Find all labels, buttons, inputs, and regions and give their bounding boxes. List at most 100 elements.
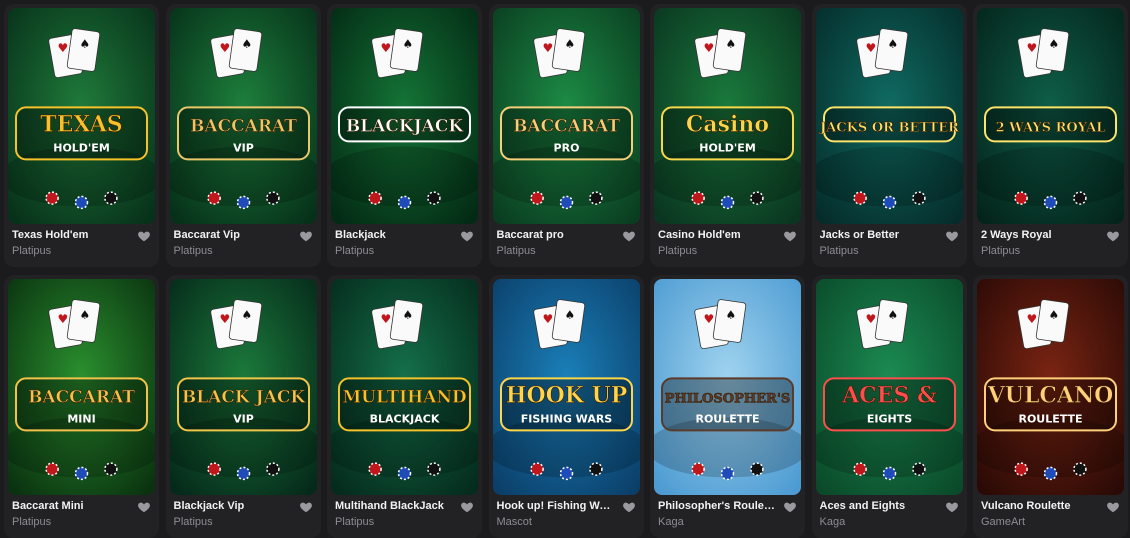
favorite-heart-icon[interactable] [783, 229, 797, 243]
favorite-heart-icon[interactable] [945, 229, 959, 243]
game-card[interactable]: ♥ ♠ BACCARAT PRO Baccarat pro Platipus [488, 4, 644, 267]
svg-text:♠: ♠ [1049, 37, 1060, 51]
game-title: 2 Ways Royal [981, 229, 1052, 241]
logo-subtitle: FISHING WARS [520, 412, 612, 425]
game-card[interactable]: ♥ ♠ BACCARAT VIP Baccarat Vip Platipus [165, 4, 321, 267]
logo-title: MULTIHAND [342, 387, 467, 407]
game-meta: Aces and Eights Kaga [820, 499, 959, 529]
favorite-heart-icon[interactable] [299, 229, 313, 243]
svg-text:♠: ♠ [80, 37, 91, 51]
favorite-heart-icon[interactable] [622, 500, 636, 514]
game-provider: Kaga [658, 516, 684, 528]
logo-title: Casino [686, 111, 769, 137]
game-artwork: ♥ ♠ ACES & EIGHTS [815, 279, 963, 495]
game-meta: Jacks or Better Platipus [820, 228, 959, 258]
favorite-heart-icon[interactable] [1106, 229, 1120, 243]
favorite-heart-icon[interactable] [460, 500, 474, 514]
game-card[interactable]: ♥ ♠ TEXAS HOLD'EM Texas Hold'em Platipus [4, 4, 159, 267]
game-meta: Baccarat Mini Platipus [12, 499, 151, 529]
game-meta: Casino Hold'em Platipus [658, 228, 797, 258]
favorite-heart-icon[interactable] [1106, 500, 1120, 514]
game-title: Texas Hold'em [12, 229, 89, 241]
game-card[interactable]: ♥ ♠ BLACK JACK VIP Blackjack Vip Platipu… [165, 275, 321, 538]
game-thumbnail[interactable]: ♥ ♠ PHILOSOPHER'S ROULETTE [654, 279, 801, 495]
game-meta: Blackjack Platipus [335, 228, 474, 258]
svg-text:♠: ♠ [887, 308, 898, 322]
game-title: Baccarat Vip [173, 229, 240, 241]
favorite-heart-icon[interactable] [299, 500, 313, 514]
svg-text:♥: ♥ [865, 312, 876, 326]
game-card[interactable]: ♥ ♠ BACCARAT MINI Baccarat Mini Platipus [4, 275, 159, 538]
game-title: Vulcano Roulette [981, 500, 1071, 512]
svg-text:♥: ♥ [381, 312, 392, 326]
game-meta: Hook up! Fishing Wars Mascot [497, 499, 636, 529]
game-provider: Platipus [335, 245, 375, 257]
game-artwork: ♥ ♠ BLACK JACK VIP [169, 279, 317, 495]
game-artwork: ♥ ♠ 2 WAYS ROYAL [977, 8, 1124, 224]
game-meta: Baccarat Vip Platipus [174, 228, 313, 258]
svg-text:♠: ♠ [241, 308, 252, 322]
game-thumbnail[interactable]: ♥ ♠ BLACK JACK VIP [169, 279, 317, 495]
game-thumbnail[interactable]: ♥ ♠ BACCARAT MINI [8, 279, 155, 495]
game-provider: GameArt [981, 516, 1026, 528]
logo-subtitle: HOLD'EM [699, 141, 756, 154]
favorite-heart-icon[interactable] [783, 500, 797, 514]
favorite-heart-icon[interactable] [460, 229, 474, 243]
game-thumbnail[interactable]: ♥ ♠ HOOK UP FISHING WARS [492, 279, 640, 495]
favorite-heart-icon[interactable] [622, 229, 636, 243]
svg-text:♥: ♥ [542, 312, 553, 326]
game-provider: Platipus [335, 516, 375, 528]
game-thumbnail[interactable]: ♥ ♠ 2 WAYS ROYAL [977, 8, 1124, 224]
game-artwork: ♥ ♠ BACCARAT VIP [169, 8, 317, 224]
game-card[interactable]: ♥ ♠ Casino HOLD'EM Casino Hold'em Platip… [650, 4, 805, 267]
game-artwork: ♥ ♠ BLACKJACK [331, 8, 478, 224]
favorite-heart-icon[interactable] [137, 229, 151, 243]
svg-text:♥: ♥ [381, 41, 392, 55]
svg-text:♠: ♠ [1049, 308, 1060, 322]
logo-title: BLACKJACK [346, 116, 465, 136]
game-card[interactable]: ♥ ♠ 2 WAYS ROYAL 2 Ways Royal Platipus [973, 4, 1128, 267]
game-thumbnail[interactable]: ♥ ♠ BACCARAT PRO [492, 8, 640, 224]
game-thumbnail[interactable]: ♥ ♠ MULTIHAND BLACKJACK [331, 279, 478, 495]
game-thumbnail[interactable]: ♥ ♠ VULCANO ROULETTE [977, 279, 1124, 495]
game-card[interactable]: ♥ ♠ VULCANO ROULETTE Vulcano Roulette Ga… [973, 275, 1128, 538]
game-artwork: ♥ ♠ Casino HOLD'EM [654, 8, 801, 224]
game-meta: Multihand BlackJack Platipus [335, 499, 474, 529]
svg-text:♠: ♠ [80, 308, 91, 322]
game-card[interactable]: ♥ ♠ MULTIHAND BLACKJACK Multihand BlackJ… [327, 275, 482, 538]
game-card[interactable]: ♥ ♠ BLACKJACK Blackjack Platipus [327, 4, 482, 267]
svg-text:♠: ♠ [403, 37, 414, 51]
game-card[interactable]: ♥ ♠ PHILOSOPHER'S ROULETTE Philosopher's… [650, 275, 805, 538]
game-provider: Kaga [819, 516, 846, 528]
game-card[interactable]: ♥ ♠ HOOK UP FISHING WARS Hook up! Fishin… [488, 275, 644, 538]
game-thumbnail[interactable]: ♥ ♠ ACES & EIGHTS [815, 279, 963, 495]
game-artwork: ♥ ♠ MULTIHAND BLACKJACK [331, 279, 478, 495]
favorite-heart-icon[interactable] [945, 500, 959, 514]
svg-text:♥: ♥ [219, 312, 230, 326]
game-card[interactable]: ♥ ♠ JACKS OR BETTER Jacks or Better Plat… [811, 4, 967, 267]
game-thumbnail[interactable]: ♥ ♠ TEXAS HOLD'EM [8, 8, 155, 224]
game-thumbnail[interactable]: ♥ ♠ JACKS OR BETTER [815, 8, 963, 224]
svg-text:♥: ♥ [704, 41, 715, 55]
svg-text:♠: ♠ [726, 308, 737, 322]
game-artwork: ♥ ♠ BACCARAT PRO [492, 8, 640, 224]
logo-title: ACES & [841, 382, 937, 408]
svg-text:♥: ♥ [58, 41, 69, 55]
logo-subtitle: VIP [233, 412, 254, 425]
game-thumbnail[interactable]: ♥ ♠ BLACKJACK [331, 8, 478, 224]
logo-title: BACCARAT [513, 116, 620, 136]
game-title: Hook up! Fishing Wars [496, 500, 615, 512]
game-artwork: ♥ ♠ VULCANO ROULETTE [977, 279, 1124, 495]
game-thumbnail[interactable]: ♥ ♠ BACCARAT VIP [169, 8, 317, 224]
game-title: Philosopher's Roulette [658, 500, 776, 512]
svg-text:♠: ♠ [564, 308, 575, 322]
game-thumbnail[interactable]: ♥ ♠ Casino HOLD'EM [654, 8, 801, 224]
svg-text:♥: ♥ [1027, 41, 1038, 55]
game-artwork: ♥ ♠ PHILOSOPHER'S ROULETTE [654, 279, 801, 495]
game-card[interactable]: ♥ ♠ ACES & EIGHTS Aces and Eights Kaga [811, 275, 967, 538]
game-title: Aces and Eights [819, 500, 906, 512]
game-title: Baccarat pro [496, 229, 564, 241]
favorite-heart-icon[interactable] [137, 500, 151, 514]
game-provider: Platipus [819, 245, 859, 257]
logo-title: HOOK UP [505, 382, 627, 408]
